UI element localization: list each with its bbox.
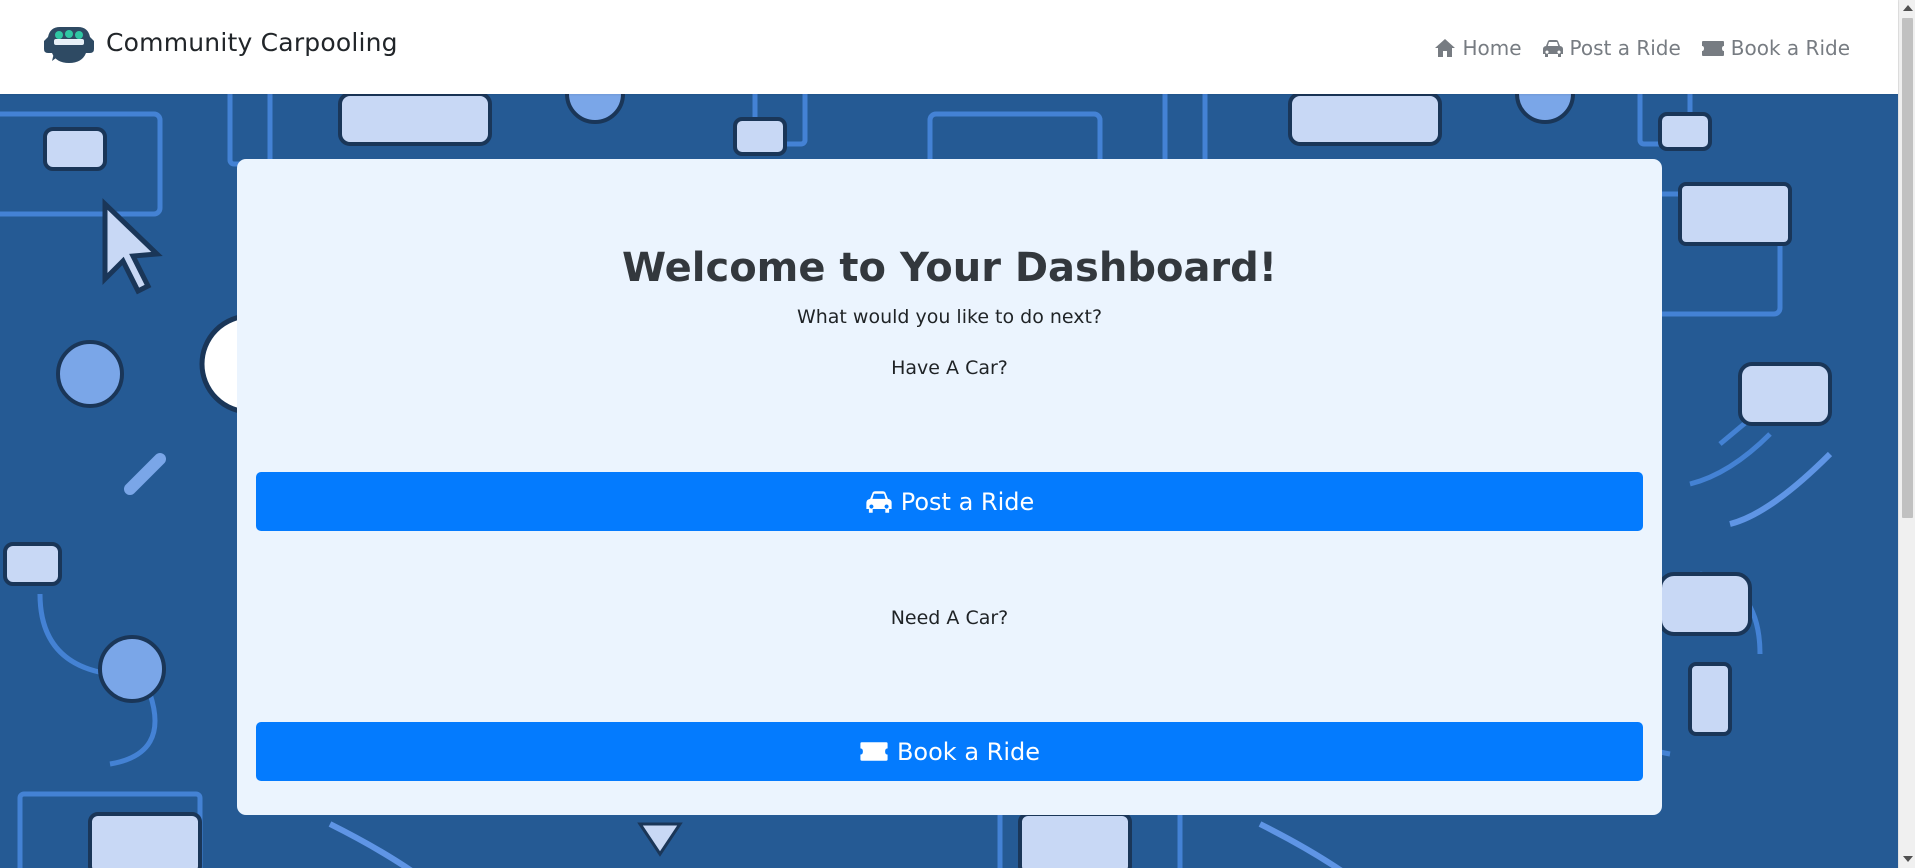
nav-home-label: Home (1462, 36, 1522, 60)
need-car-prompt: Need A Car? (890, 607, 1009, 629)
post-ride-button[interactable]: Post a Ride (256, 472, 1643, 531)
ticket-icon (1701, 40, 1724, 56)
carpool-logo-icon (44, 27, 94, 63)
nav-post-ride-link[interactable]: Post a Ride (1542, 36, 1681, 60)
page-title: Welcome to Your Dashboard! (621, 245, 1278, 291)
ticket-icon (860, 742, 888, 761)
main-nav: Home Post a Ride Book a Ride (1434, 36, 1850, 60)
car-icon (866, 490, 892, 513)
have-car-prompt: Have A Car? (891, 357, 1008, 379)
home-icon (1435, 39, 1456, 57)
nav-book-ride-link[interactable]: Book a Ride (1701, 36, 1850, 60)
dashboard-subtitle: What would you like to do next? (796, 306, 1103, 328)
scroll-down-arrow-icon[interactable] (1903, 856, 1913, 862)
brand[interactable]: Community Carpooling (42, 19, 398, 65)
car-icon (1542, 39, 1563, 57)
nav-book-ride-label: Book a Ride (1730, 36, 1850, 60)
book-ride-button-label: Book a Ride (896, 737, 1041, 766)
book-ride-button[interactable]: Book a Ride (256, 722, 1643, 781)
scroll-up-arrow-icon[interactable] (1903, 5, 1913, 11)
navbar: Community Carpooling Home Post a Ride Bo… (0, 0, 1898, 94)
nav-home-link[interactable]: Home (1434, 36, 1522, 60)
dashboard-card: Welcome to Your Dashboard! What would yo… (237, 159, 1662, 815)
brand-name: Community Carpooling (106, 27, 398, 57)
nav-post-ride-label: Post a Ride (1569, 36, 1681, 60)
post-ride-button-label: Post a Ride (900, 487, 1035, 516)
vertical-scrollbar[interactable] (1898, 0, 1915, 868)
scrollbar-thumb[interactable] (1902, 18, 1913, 518)
